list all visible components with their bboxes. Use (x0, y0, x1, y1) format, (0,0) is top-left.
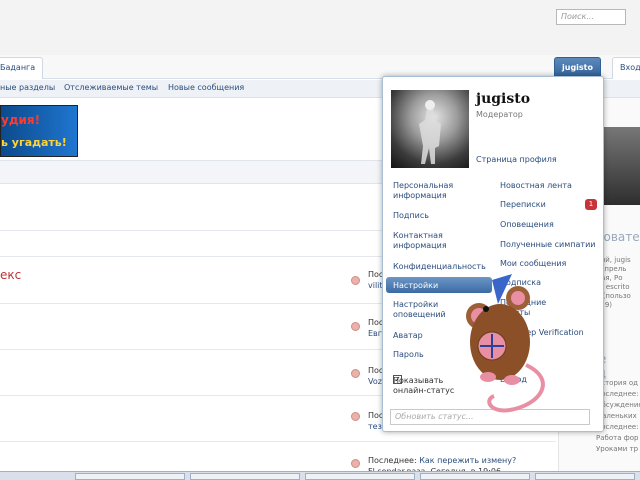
sidebar-text-line[interactable]: Работа фор (596, 433, 640, 444)
top-header (0, 0, 640, 55)
menu-item-password[interactable]: Пароль (393, 350, 424, 360)
menu-item-contact-info[interactable]: Контактная информация (393, 231, 473, 251)
subnav-item-sections[interactable]: ные разделы (0, 83, 55, 92)
subnav-item-watched-threads[interactable]: Отслеживаемые темы (64, 83, 158, 92)
subnav-item-new-posts[interactable]: Новые сообщения (168, 83, 244, 92)
taskbar-button[interactable] (535, 473, 635, 480)
menu-item-my-posts[interactable]: Мои сообщения (500, 259, 566, 269)
user-avatar[interactable] (391, 90, 469, 168)
profile-page-link[interactable]: Страница профиля (476, 155, 557, 164)
taskbar-button[interactable] (305, 473, 415, 480)
rss-icon[interactable] (351, 459, 360, 468)
rss-icon[interactable] (351, 412, 360, 421)
rss-icon[interactable] (351, 276, 360, 285)
forum-title[interactable]: екс (0, 268, 21, 282)
search-input[interactable]: Поиск... (556, 9, 626, 25)
menu-item-conversations[interactable]: Переписки (500, 200, 546, 210)
banner-line-1: удия! (1, 113, 41, 127)
menu-item-personal-info[interactable]: Персональная информация (393, 181, 481, 201)
last-post-label: Последнее: (368, 456, 417, 465)
menu-item-news-feed[interactable]: Новостная лента (500, 181, 572, 191)
user-role: Модератор (476, 110, 523, 119)
row-divider (0, 441, 556, 442)
banner-line-2: ь угадать! (1, 136, 67, 149)
taskbar-button[interactable] (75, 473, 185, 480)
menu-item-avatar[interactable]: Аватар (393, 331, 423, 341)
taskbar-button[interactable] (420, 473, 530, 480)
last-post-link[interactable]: Как пережить измену? (419, 456, 516, 465)
promo-banner[interactable]: удия! ь угадать! (0, 105, 78, 157)
cartoon-mouse-icon (466, 274, 545, 413)
dropdown-username[interactable]: jugisto (476, 91, 530, 107)
tab-login[interactable]: Вход (612, 57, 640, 79)
rss-icon[interactable] (351, 369, 360, 378)
menu-item-alerts[interactable]: Оповещения (500, 220, 554, 230)
menu-item-likes-received[interactable]: Полученные симпатии (500, 240, 595, 250)
statue-icon (419, 100, 441, 164)
sidebar-text-line[interactable]: Уроками тр (596, 444, 640, 455)
menu-item-signature[interactable]: Подпись (393, 211, 429, 221)
tab-badanga[interactable]: Баданга (0, 57, 44, 79)
menu-item-settings[interactable]: Настройки (393, 281, 438, 291)
last-post-link[interactable]: Voz (368, 377, 382, 386)
taskbar-button[interactable] (190, 473, 300, 480)
last-post-link[interactable]: vilit (368, 281, 383, 290)
conversations-count-badge: 1 (585, 199, 597, 210)
rss-icon[interactable] (351, 322, 360, 331)
